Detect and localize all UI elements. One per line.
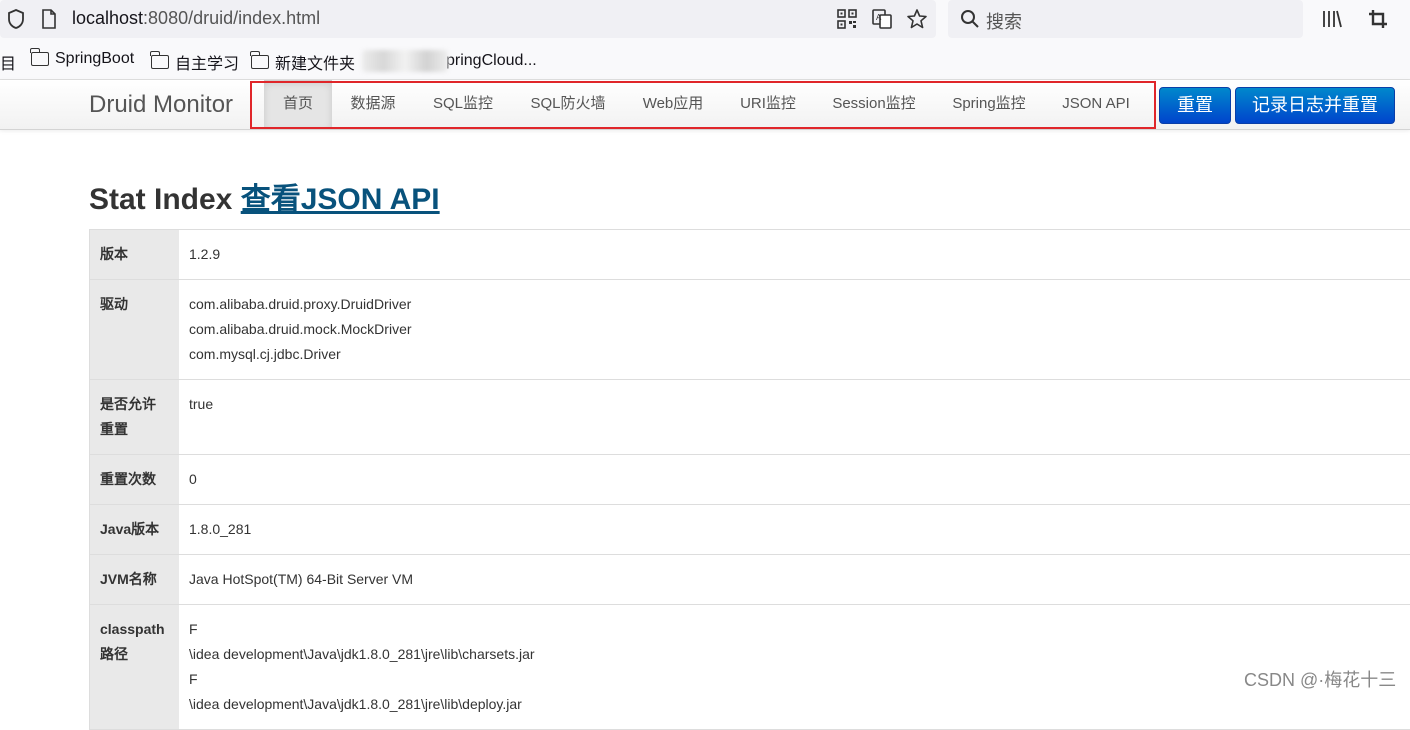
- shield-icon[interactable]: [6, 8, 26, 30]
- page-title: Stat Index 查看JSON API: [89, 174, 440, 218]
- page-icon: [42, 9, 56, 29]
- bookmark-item[interactable]: 目: [0, 50, 16, 74]
- svg-text:A: A: [876, 13, 882, 22]
- stat-table: 版本 1.2.9 驱动 com.alibaba.druid.proxy.Drui…: [89, 229, 1410, 730]
- nav-item-spring-monitor[interactable]: Spring监控: [934, 80, 1044, 128]
- row-label: 重置次数: [90, 455, 179, 504]
- url-host: localhost: [72, 8, 144, 28]
- json-api-link[interactable]: 查看JSON API: [241, 183, 440, 216]
- address-bar[interactable]: localhost:8080/druid/index.html A: [0, 0, 936, 38]
- table-row: 重置次数 0: [90, 455, 1410, 505]
- row-value: 1.8.0_281: [189, 521, 252, 537]
- log-and-reset-button[interactable]: 记录日志并重置: [1235, 87, 1395, 124]
- search-input[interactable]: 搜索: [986, 8, 1022, 34]
- row-label: 驱动: [90, 280, 179, 379]
- folder-icon: [30, 48, 49, 66]
- row-label: 是否允许重置: [90, 380, 179, 454]
- library-icon[interactable]: [1321, 8, 1343, 30]
- table-row: classpath路径 F \idea development\Java\jdk…: [90, 605, 1410, 730]
- browser-toolbar: localhost:8080/druid/index.html A 搜索: [0, 0, 1410, 40]
- table-row: 版本 1.2.9: [90, 230, 1410, 280]
- crop-icon[interactable]: [1367, 8, 1389, 30]
- nav-item-home[interactable]: 首页: [264, 80, 332, 128]
- table-row: JVM名称 Java HotSpot(TM) 64-Bit Server VM: [90, 555, 1410, 605]
- folder-icon: [150, 51, 169, 69]
- nav-item-sql-firewall[interactable]: SQL防火墙: [512, 80, 624, 128]
- row-value: com.alibaba.druid.proxy.DruidDriver com.…: [189, 296, 412, 362]
- bookmark-item-study[interactable]: 自主学习: [150, 50, 239, 74]
- blurred-region: [362, 50, 448, 72]
- row-value: 1.2.9: [189, 246, 221, 262]
- bookmark-item-new-folder[interactable]: 新建文件夹: [250, 50, 355, 74]
- table-row: Java版本 1.8.0_281: [90, 505, 1410, 555]
- row-label: Java版本: [90, 505, 179, 554]
- row-value: Java HotSpot(TM) 64-Bit Server VM: [189, 571, 414, 587]
- nav-item-session-monitor[interactable]: Session监控: [814, 80, 934, 128]
- bookmark-item-springcloud[interactable]: pringCloud...: [362, 50, 537, 72]
- row-label: classpath路径: [90, 605, 179, 729]
- druid-navbar: Druid Monitor 首页 数据源 SQL监控 SQL防火墙 Web应用 …: [0, 80, 1410, 130]
- row-label: 版本: [90, 230, 179, 279]
- nav-item-web-app[interactable]: Web应用: [624, 80, 722, 128]
- row-value: 0: [189, 471, 197, 487]
- row-value: true: [189, 396, 214, 412]
- reset-button[interactable]: 重置: [1159, 87, 1231, 124]
- url-path: :8080/druid/index.html: [143, 8, 321, 28]
- search-bar[interactable]: 搜索: [948, 0, 1303, 38]
- nav-item-sql-monitor[interactable]: SQL监控: [414, 80, 512, 128]
- translate-icon[interactable]: A: [871, 8, 893, 30]
- brand-title[interactable]: Druid Monitor: [89, 91, 233, 119]
- nav-item-datasource[interactable]: 数据源: [332, 80, 414, 128]
- nav-item-uri-monitor[interactable]: URI监控: [722, 80, 814, 128]
- bookmarks-bar: 目 SpringBoot 自主学习 新建文件夹 pringCloud...: [0, 40, 1410, 80]
- row-label: JVM名称: [90, 555, 179, 604]
- row-value: F \idea development\Java\jdk1.8.0_281\jr…: [189, 621, 535, 712]
- qr-code-icon[interactable]: [836, 8, 858, 30]
- bookmark-item-springboot[interactable]: SpringBoot: [30, 48, 134, 68]
- nav-item-json-api[interactable]: JSON API: [1044, 80, 1148, 128]
- table-row: 是否允许重置 true: [90, 380, 1410, 455]
- table-row: 驱动 com.alibaba.druid.proxy.DruidDriver c…: [90, 280, 1410, 380]
- search-icon: [961, 10, 979, 28]
- folder-icon: [250, 51, 269, 69]
- url-text[interactable]: localhost:8080/druid/index.html: [72, 8, 320, 29]
- watermark: CSDN @·梅花十三: [1244, 670, 1397, 690]
- page-title-text: Stat Index: [89, 183, 233, 216]
- star-icon[interactable]: [906, 8, 928, 30]
